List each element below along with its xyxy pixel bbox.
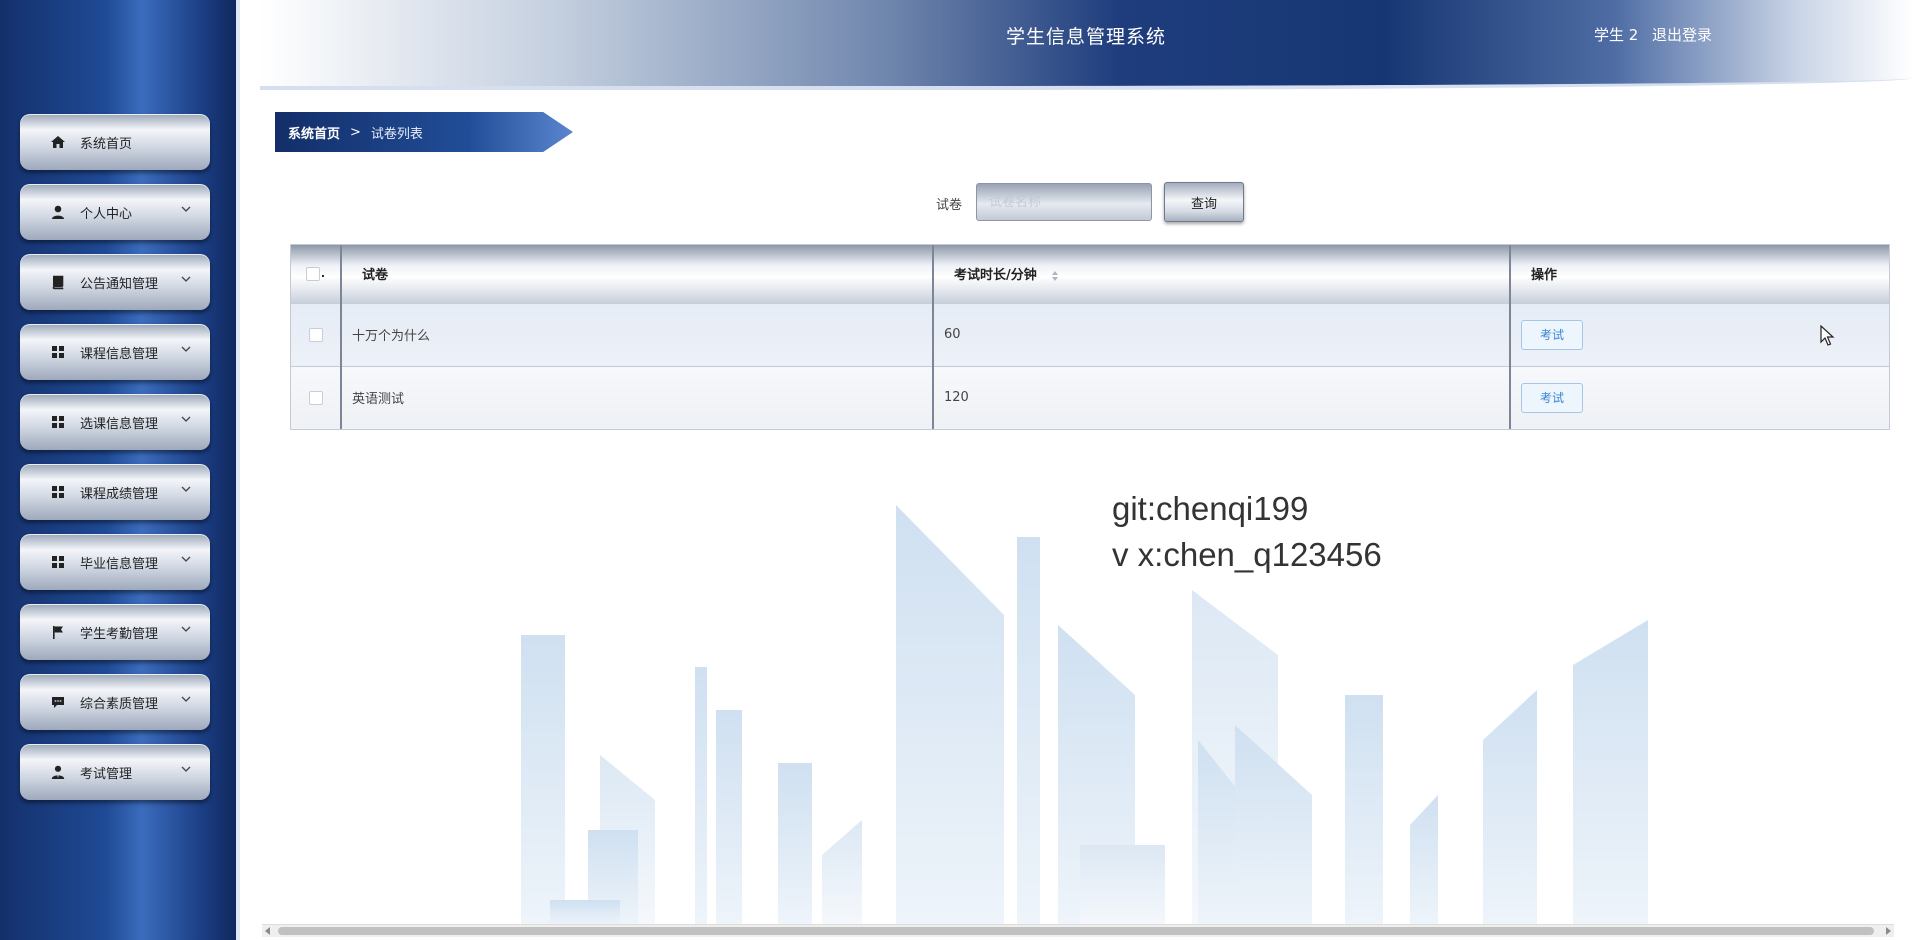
row-check-cell xyxy=(291,365,342,429)
grid-icon xyxy=(52,486,64,498)
scroll-right-arrow-icon[interactable] xyxy=(1886,927,1891,935)
column-header-label: 试卷 xyxy=(362,268,389,284)
sidebar-item-label: 课程信息管理 xyxy=(80,347,159,362)
breadcrumb-home-link[interactable]: 系统首页 xyxy=(288,123,340,142)
exam-paper-table: . 试卷 考试时长/分钟 操作 十万个为什么 60 考试 英语测试 120 考试 xyxy=(290,244,1890,430)
column-header-action: 操作 xyxy=(1510,245,1889,303)
sidebar-item-graduation[interactable]: 毕业信息管理 xyxy=(20,534,210,590)
logout-link[interactable]: 退出登录 xyxy=(1652,24,1712,45)
paper-name-cell: 英语测试 xyxy=(341,365,934,429)
sidebar-item-exam[interactable]: 考试管理 xyxy=(20,744,210,800)
select-all-suffix: . xyxy=(320,267,326,281)
table-row: 英语测试 120 考试 xyxy=(291,365,1889,429)
row-checkbox[interactable] xyxy=(308,390,323,405)
grid-icon xyxy=(52,346,64,358)
sidebar-item-label: 学生考勤管理 xyxy=(80,627,159,642)
scroll-left-arrow-icon[interactable] xyxy=(265,927,270,935)
chevron-down-icon xyxy=(181,276,191,282)
row-checkbox[interactable] xyxy=(308,327,323,342)
take-exam-button[interactable]: 考试 xyxy=(1521,382,1583,413)
column-header-label: 操作 xyxy=(1531,268,1558,284)
row-check-cell xyxy=(291,302,342,366)
paper-name-cell: 十万个为什么 xyxy=(341,302,934,366)
current-user: 学生 2 xyxy=(1594,26,1639,44)
sidebar-item-home[interactable]: 系统首页 xyxy=(20,114,210,170)
duration-cell: 60 xyxy=(933,302,1511,366)
scrollbar-thumb[interactable] xyxy=(278,927,1874,935)
take-exam-button[interactable]: 考试 xyxy=(1521,319,1583,350)
sidebar-item-personal-center[interactable]: 个人中心 xyxy=(20,184,210,240)
sidebar-item-attendance[interactable]: 学生考勤管理 xyxy=(20,604,210,660)
watermark-line-1: git:chenqi199 xyxy=(1112,490,1309,527)
user-icon xyxy=(52,205,64,219)
top-header: 学生信息管理系统 学生 2 退出登录 xyxy=(260,0,1912,90)
grid-icon xyxy=(52,556,64,568)
exam-name-search-input[interactable] xyxy=(976,183,1152,221)
chevron-down-icon xyxy=(181,206,191,212)
chevron-down-icon xyxy=(181,556,191,562)
sidebar-item-label: 公告通知管理 xyxy=(80,277,159,292)
column-header-label: 考试时长/分钟 xyxy=(954,268,1037,284)
sidebar-item-label: 选课信息管理 xyxy=(80,417,159,432)
city-skyline-background xyxy=(521,505,1648,925)
breadcrumb: 系统首页 > 试卷列表 xyxy=(275,112,573,152)
breadcrumb-current: 试卷列表 xyxy=(370,126,423,142)
mouse-cursor-icon xyxy=(1820,325,1835,346)
sidebar-item-course-info[interactable]: 课程信息管理 xyxy=(20,324,210,380)
query-button[interactable]: 查询 xyxy=(1164,182,1244,222)
sidebar: 系统首页 个人中心 公告通知管理 课程信息管理 选课信息管理 课程成绩管理 毕业… xyxy=(0,0,240,940)
breadcrumb-separator: > xyxy=(350,124,361,140)
sort-icon[interactable] xyxy=(1051,270,1059,282)
horizontal-scrollbar[interactable] xyxy=(262,924,1894,937)
duration-cell: 120 xyxy=(933,365,1511,429)
sidebar-item-label: 个人中心 xyxy=(80,207,133,222)
chevron-down-icon xyxy=(181,346,191,352)
select-all-cell: . xyxy=(291,245,342,303)
chevron-down-icon xyxy=(181,766,191,772)
chevron-down-icon xyxy=(181,696,191,702)
chevron-down-icon xyxy=(181,626,191,632)
watermark-line-2: v x:chen_q123456 xyxy=(1112,536,1382,573)
table-row: 十万个为什么 60 考试 xyxy=(291,302,1889,366)
sidebar-item-quality[interactable]: 综合素质管理 xyxy=(20,674,210,730)
flag-icon xyxy=(53,626,63,639)
chevron-down-icon xyxy=(181,416,191,422)
sidebar-item-label: 系统首页 xyxy=(80,137,133,152)
chevron-down-icon xyxy=(181,486,191,492)
sidebar-item-label: 毕业信息管理 xyxy=(80,557,159,572)
book-icon xyxy=(52,275,64,290)
action-cell: 考试 xyxy=(1510,365,1889,429)
sidebar-item-label: 课程成绩管理 xyxy=(80,487,159,502)
grid-icon xyxy=(52,416,64,428)
sidebar-item-course-grades[interactable]: 课程成绩管理 xyxy=(20,464,210,520)
user-tie-icon xyxy=(51,765,65,779)
table-header-row: . 试卷 考试时长/分钟 操作 xyxy=(291,245,1889,303)
sidebar-item-notice[interactable]: 公告通知管理 xyxy=(20,254,210,310)
search-label: 试卷 xyxy=(936,198,963,213)
comment-icon xyxy=(52,697,64,708)
home-icon xyxy=(51,136,65,148)
column-header-duration[interactable]: 考试时长/分钟 xyxy=(933,245,1511,303)
sidebar-menu: 系统首页 个人中心 公告通知管理 课程信息管理 选课信息管理 课程成绩管理 毕业… xyxy=(20,114,210,814)
sidebar-item-label: 综合素质管理 xyxy=(80,697,159,712)
select-all-checkbox[interactable] xyxy=(305,266,320,281)
sidebar-item-course-selection[interactable]: 选课信息管理 xyxy=(20,394,210,450)
sidebar-item-label: 考试管理 xyxy=(80,767,133,782)
column-header-paper: 试卷 xyxy=(341,245,934,303)
